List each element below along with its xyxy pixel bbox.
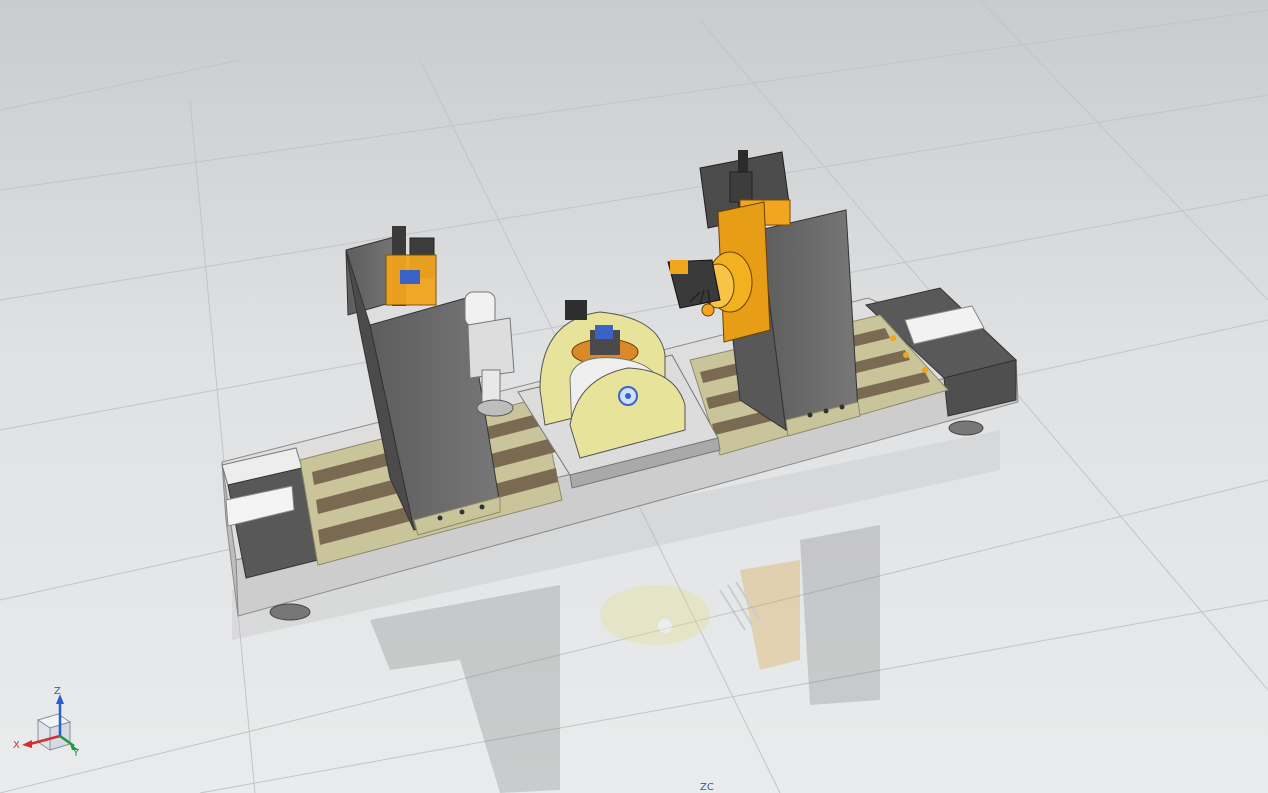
graphics-viewport[interactable]: Z X Y ZC: [0, 0, 1268, 793]
triad-x-label: X: [13, 740, 20, 751]
cad-3d-scene[interactable]: [0, 0, 1268, 793]
triad-y-label: Y: [73, 748, 80, 759]
view-triad-icon: [22, 694, 79, 751]
triad-z-label: Z: [54, 686, 61, 697]
wcs-zc-label: ZC: [700, 782, 714, 793]
